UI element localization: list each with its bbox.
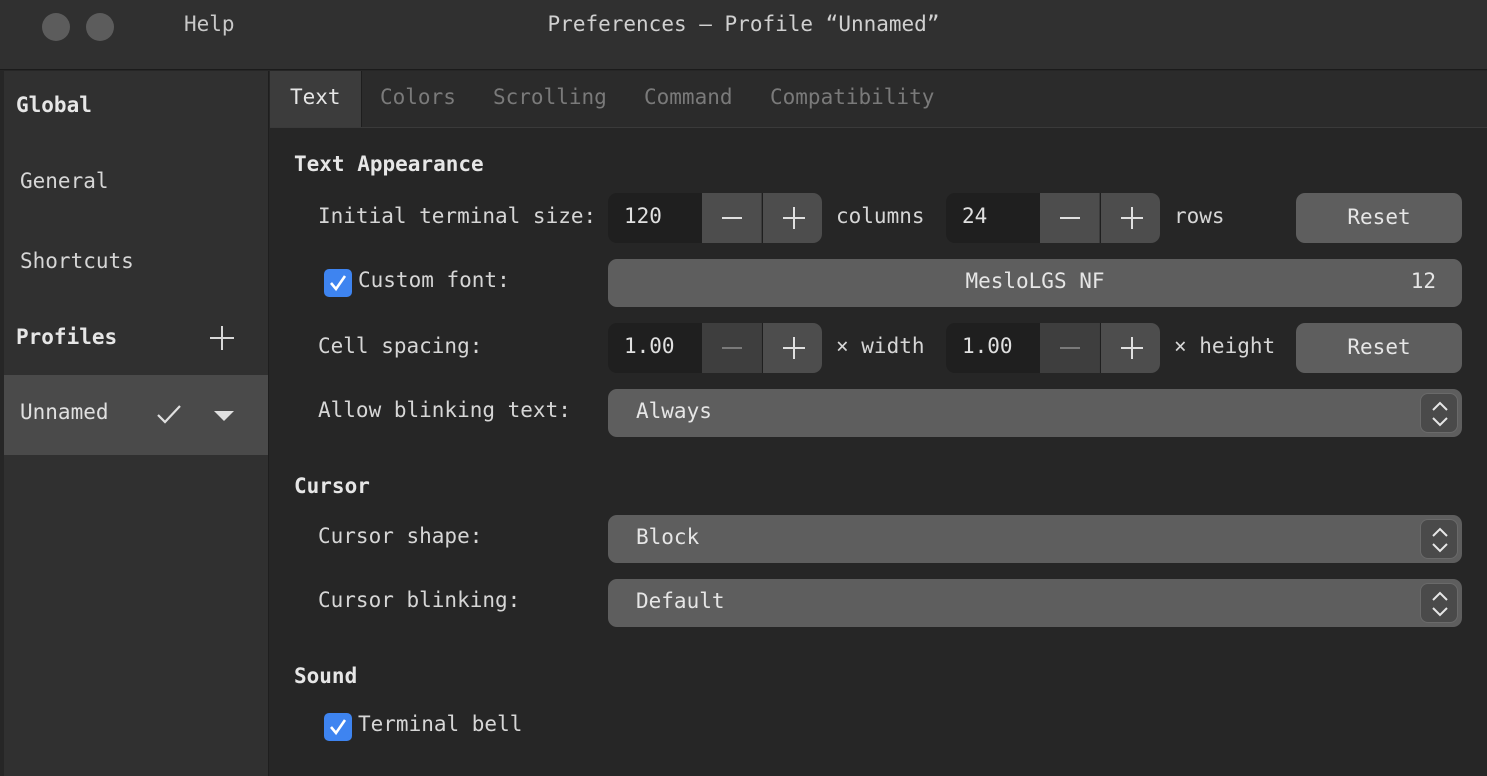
rows-stepper: 24 [946,193,1160,243]
custom-font-checkbox[interactable] [324,269,352,297]
rows-increment-button[interactable] [1101,193,1160,243]
columns-value[interactable]: 120 [624,204,662,228]
updown-chevron-icon [1420,393,1458,433]
allow-blinking-label: Allow blinking text: [318,398,571,422]
font-name: MesloLGS NF [965,269,1105,293]
sidebar: Global General Shortcuts Profiles Unname… [4,71,269,776]
columns-increment-button[interactable] [763,193,822,243]
font-size: 12 [1410,269,1436,293]
cell-height-increment-button[interactable] [1101,323,1160,373]
columns-stepper: 120 [608,193,822,243]
rows-decrement-button[interactable] [1040,193,1100,243]
columns-decrement-button[interactable] [702,193,762,243]
cell-width-stepper: 1.00 [608,323,822,373]
cell-height-value[interactable]: 1.00 [962,334,1013,358]
sidebar-item-general[interactable]: General [20,169,109,193]
cell-width-value[interactable]: 1.00 [624,334,675,358]
sidebar-item-shortcuts[interactable]: Shortcuts [20,249,134,273]
allow-blinking-select[interactable]: Always [608,389,1462,437]
initial-size-label: Initial terminal size: [318,204,597,228]
tab-command[interactable]: Command [644,71,733,127]
cell-width-decrement-button[interactable] [702,323,762,373]
tab-text[interactable]: Text [270,71,362,127]
checkmark-icon [330,719,347,736]
sidebar-header-global: Global [16,93,92,117]
section-title-cursor: Cursor [294,474,370,498]
title-bar: Help Preferences — Profile “Unnamed” [0,0,1487,70]
terminal-bell-label: Terminal bell [358,712,523,736]
cursor-blinking-select[interactable]: Default [608,579,1462,627]
cell-height-stepper: 1.00 [946,323,1160,373]
reset-spacing-button[interactable]: Reset [1296,323,1462,373]
sidebar-header-profiles: Profiles [16,325,118,349]
allow-blinking-value: Always [636,399,712,423]
cell-height-decrement-button[interactable] [1040,323,1100,373]
section-title-text-appearance: Text Appearance [294,152,484,176]
window-title: Preferences — Profile “Unnamed” [547,12,940,36]
checkmark-icon [330,275,347,292]
reset-size-button[interactable]: Reset [1296,193,1462,243]
cursor-shape-value: Block [636,525,700,549]
cursor-blinking-label: Cursor blinking: [318,588,521,612]
cell-spacing-label: Cell spacing: [318,334,483,358]
sidebar-item-profile-unnamed[interactable]: Unnamed [4,375,268,455]
tab-bar: Text Colors Scrolling Command Compatibil… [270,71,1487,128]
cursor-shape-label: Cursor shape: [318,524,483,548]
tab-colors[interactable]: Colors [380,71,456,127]
custom-font-label: Custom font: [358,268,510,292]
tab-scrolling[interactable]: Scrolling [493,71,607,127]
columns-unit: columns [836,204,925,228]
width-unit: × width [836,334,925,358]
height-unit: × height [1174,334,1276,358]
cursor-shape-select[interactable]: Block [608,515,1462,563]
default-profile-check-icon [157,405,181,424]
profile-options-chevron-down-icon[interactable] [214,411,234,421]
tab-compatibility[interactable]: Compatibility [770,71,934,127]
add-profile-icon[interactable] [210,326,234,350]
rows-unit: rows [1174,204,1225,228]
terminal-bell-checkbox[interactable] [324,713,352,741]
updown-chevron-icon [1420,519,1458,559]
rows-value[interactable]: 24 [962,204,987,228]
section-title-sound: Sound [294,664,358,688]
cell-width-increment-button[interactable] [763,323,822,373]
font-picker-button[interactable]: MesloLGS NF 12 [608,259,1462,307]
cursor-blinking-value: Default [636,589,725,613]
updown-chevron-icon [1420,583,1458,623]
profile-name: Unnamed [20,400,109,424]
